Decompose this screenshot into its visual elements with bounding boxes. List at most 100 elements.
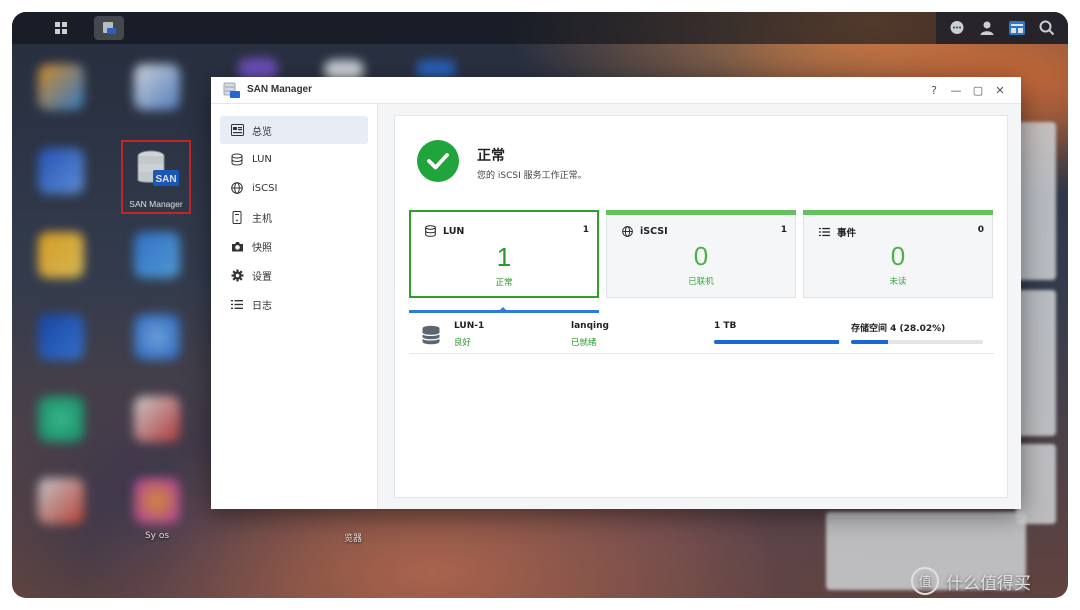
overview-panel: 正常 您的 iSCSI 服务工作正常。 LUN 1 1 正常 iSCSI 1 0… — [394, 115, 1008, 498]
lun-target-status: 已就绪 — [571, 338, 597, 348]
sidebar-item-label: 快照 — [252, 242, 272, 254]
sidebar-item-lun[interactable]: LUN — [220, 145, 368, 173]
desktop-app-label: 览器 — [343, 534, 362, 544]
desktop-app-icon[interactable] — [38, 148, 84, 194]
desktop-app-icon[interactable] — [134, 232, 180, 278]
lun-icon — [424, 225, 436, 237]
card-value: 0 — [890, 241, 906, 271]
help-button[interactable]: ? — [925, 81, 943, 99]
maximize-button[interactable]: ▢ — [969, 81, 987, 99]
summary-card-iscsi[interactable]: iSCSI 1 0 已联机 — [606, 210, 796, 298]
lun-capacity-bar-fill — [714, 340, 839, 344]
sidebar-item-iscsi[interactable]: iSCSI — [220, 174, 368, 202]
log-icon — [230, 297, 244, 311]
watermark-text: 什么值得买 — [946, 573, 1031, 594]
card-subtitle: 已联机 — [688, 277, 714, 287]
desktop-app-icon[interactable] — [416, 60, 456, 78]
summary-card-lun[interactable]: LUN 1 1 正常 — [409, 210, 599, 298]
san-manager-icon — [223, 82, 240, 98]
card-status-bar — [803, 210, 993, 215]
taskbar-tray — [936, 12, 1068, 44]
card-value: 1 — [496, 242, 512, 272]
list-icon — [818, 226, 830, 238]
background-widget — [1016, 122, 1056, 280]
sidebar-item-label: 主机 — [252, 213, 272, 225]
desktop-app-icon[interactable] — [38, 478, 84, 524]
taskbar — [12, 12, 1068, 44]
card-subtitle: 正常 — [495, 278, 513, 288]
lun-target: lanqing — [571, 321, 609, 331]
window-titlebar[interactable]: SAN Manager ? — ▢ ✕ — [211, 77, 1021, 104]
status-description: 您的 iSCSI 服务工作正常。 — [477, 171, 587, 181]
search-icon[interactable] — [1037, 18, 1057, 38]
card-title: 事件 — [837, 228, 857, 239]
sidebar-item-overview[interactable]: 总览 — [220, 116, 368, 144]
chat-icon[interactable] — [947, 18, 967, 38]
sidebar-item-label: 日志 — [252, 300, 272, 312]
desktop-app-icon[interactable] — [38, 232, 84, 278]
status-title: 正常 — [477, 148, 505, 164]
host-icon — [230, 210, 244, 224]
card-value: 0 — [693, 241, 709, 271]
gear-icon — [230, 268, 244, 282]
user-icon[interactable] — [977, 18, 997, 38]
svg-text:值: 值 — [918, 574, 931, 590]
background-widget — [1016, 290, 1056, 436]
desktop-app-label: Sy os — [144, 531, 170, 541]
lun-health: 良好 — [454, 338, 472, 348]
sidebar-item-label: LUN — [252, 153, 272, 165]
desktop-san-manager-label: SAN Manager — [129, 199, 183, 209]
storage-pool-bar — [851, 340, 983, 344]
card-count: 1 — [780, 225, 787, 235]
main-menu-button[interactable] — [46, 16, 76, 40]
sidebar-item-host[interactable]: 主机 — [220, 203, 368, 231]
card-title: iSCSI — [640, 225, 668, 237]
storage-pool-usage: 存储空间 4 (28.02%) — [851, 324, 946, 334]
close-button[interactable]: ✕ — [991, 81, 1009, 99]
camera-icon — [230, 239, 244, 253]
sidebar-item-snapshot[interactable]: 快照 — [220, 232, 368, 260]
sidebar-item-settings[interactable]: 设置 — [220, 261, 368, 289]
sidebar-item-log[interactable]: 日志 — [220, 290, 368, 318]
sidebar-item-label: 总览 — [252, 126, 272, 138]
checkmark-icon — [427, 153, 449, 170]
card-count: 1 — [582, 225, 589, 235]
selected-card-indicator — [409, 310, 599, 313]
card-title: LUN — [443, 225, 465, 237]
desktop-app-icon[interactable] — [38, 64, 84, 110]
card-status-bar — [606, 210, 796, 215]
sidebar: 总览 LUN iSCSI 主机 快照 设置 日志 — [211, 104, 378, 509]
watermark-logo: 值 — [911, 567, 939, 595]
desktop-app-icon[interactable] — [38, 396, 84, 442]
lun-capacity: 1 TB — [714, 321, 737, 331]
desktop-app-icon[interactable] — [134, 396, 180, 442]
watermark: 值 什么值得买 — [910, 566, 1031, 596]
lun-name: LUN-1 — [454, 321, 485, 331]
summary-card-events[interactable]: 事件 0 0 未读 — [803, 210, 993, 298]
main-menu-icon — [55, 22, 67, 34]
san-manager-icon: SAN — [137, 150, 179, 186]
lun-icon — [230, 152, 244, 166]
sidebar-item-label: 设置 — [252, 271, 272, 283]
desktop-app-icon[interactable] — [134, 64, 180, 110]
sidebar-item-label: iSCSI — [252, 182, 278, 194]
storage-pool-bar-fill — [851, 340, 888, 344]
lun-list-row[interactable]: LUN-1 良好 lanqing 已就绪 1 TB 存储空间 4 (28.02%… — [409, 314, 994, 354]
desktop-app-icon[interactable] — [134, 478, 180, 524]
lun-capacity-bar — [714, 340, 840, 344]
taskbar-san-manager-button[interactable] — [94, 16, 124, 40]
card-subtitle: 未读 — [889, 277, 907, 287]
widgets-icon[interactable] — [1007, 18, 1027, 38]
svg-text:SAN: SAN — [155, 174, 176, 185]
globe-icon — [621, 225, 633, 237]
disk-icon — [421, 325, 441, 345]
desktop-app-icon[interactable] — [134, 314, 180, 360]
status-ok-badge — [417, 140, 459, 182]
desktop-san-manager-shortcut[interactable]: SAN SAN Manager — [121, 140, 191, 214]
san-manager-window: SAN Manager ? — ▢ ✕ 总览 LUN iSCSI 主机 快照 设… — [211, 77, 1021, 509]
minimize-button[interactable]: — — [947, 81, 965, 99]
card-count: 0 — [977, 225, 984, 235]
desktop-app-icon[interactable] — [38, 314, 84, 360]
overview-icon — [230, 123, 244, 137]
globe-icon — [230, 181, 244, 195]
